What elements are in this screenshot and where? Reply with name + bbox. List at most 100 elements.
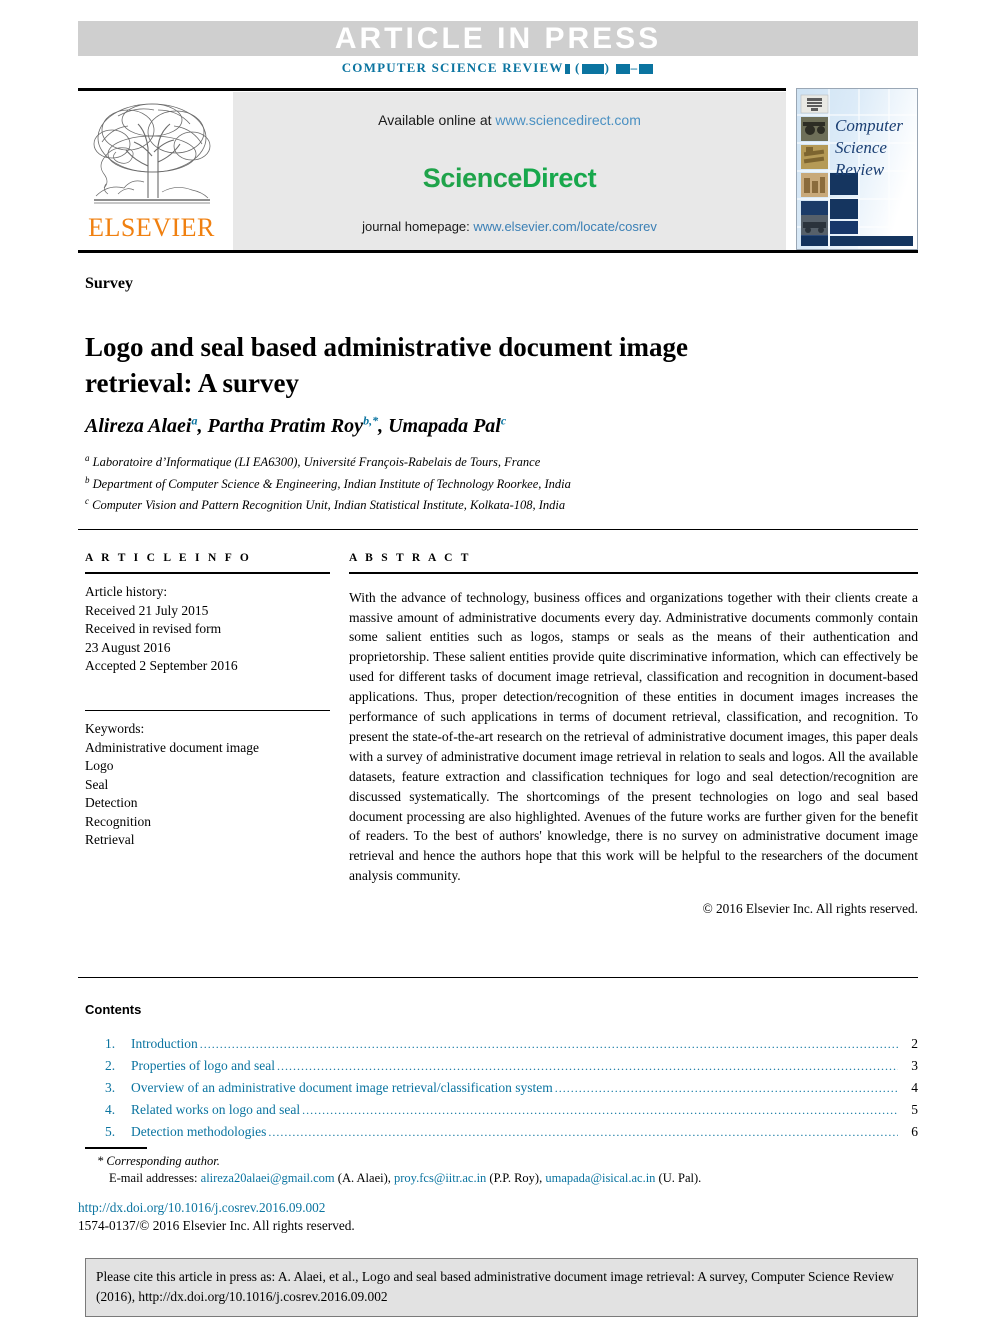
- page-title: Logo and seal based administrative docum…: [85, 332, 689, 399]
- affiliation-divider: [78, 529, 918, 530]
- history-revised-label: Received in revised form: [85, 621, 222, 636]
- page-dash: –: [630, 60, 639, 75]
- svg-text:Science: Science: [835, 138, 887, 157]
- affiliation-text-c: Computer Vision and Pattern Recognition …: [92, 498, 566, 513]
- toc-page-number: 5: [911, 1102, 918, 1117]
- toc-label[interactable]: Overview of an administrative document i…: [131, 1077, 553, 1098]
- abstract-copyright: © 2016 Elsevier Inc. All rights reserved…: [702, 901, 918, 917]
- affiliation-c: c Computer Vision and Pattern Recognitio…: [85, 493, 905, 515]
- svg-text:Computer: Computer: [835, 116, 903, 135]
- svg-text:Review: Review: [834, 160, 885, 179]
- contents-section: Contents 1. Introduction ...............…: [85, 1002, 918, 1143]
- paren-open: (: [570, 60, 581, 75]
- journal-homepage-url[interactable]: www.elsevier.com/locate/cosrev: [473, 219, 657, 234]
- cite-this-article-box: Please cite this article in press as: A.…: [85, 1258, 918, 1317]
- journal-cover-thumbnail: Computer Science Review: [796, 88, 918, 250]
- abstract-text: With the advance of technology, business…: [349, 589, 918, 884]
- journal-running-head: COMPUTER SCIENCE REVIEW () –: [78, 60, 918, 76]
- footnote-section: * Corresponding author. E-mail addresses…: [85, 1153, 918, 1187]
- toc-dot-leader: ........................................…: [302, 1103, 898, 1117]
- article-info-heading: A R T I C L E I N F O: [85, 552, 252, 564]
- email-link-pal[interactable]: umapada@isical.ac.in: [545, 1171, 655, 1185]
- masthead: ELSEVIER Available online at www.science…: [78, 92, 786, 250]
- article-info-section: A R T I C L E I N F O Article history: R…: [85, 552, 330, 850]
- email-owner-roy: (P.P. Roy),: [489, 1171, 543, 1185]
- history-label: Article history:: [85, 584, 168, 599]
- keyword-item: Retrieval: [85, 832, 135, 848]
- keywords-label: Keywords:: [85, 721, 145, 737]
- available-online-prefix: Available online at: [378, 112, 496, 128]
- corresponding-author-note: * Corresponding author.: [97, 1154, 220, 1168]
- keywords-rule: [85, 709, 330, 712]
- page-start-placeholder-block: [615, 64, 630, 75]
- toc-dot-leader: ........................................…: [199, 1037, 898, 1051]
- toc-number: 3.: [105, 1080, 116, 1095]
- sciencedirect-panel: Available online at www.sciencedirect.co…: [233, 92, 786, 250]
- email-link-roy[interactable]: proy.fcs@iitr.ac.in: [394, 1171, 486, 1185]
- contents-top-rule: [78, 977, 918, 978]
- toc-entry-3[interactable]: 3. Overview of an administrative documen…: [85, 1077, 918, 1099]
- keywords-section: Keywords: Administrative document image …: [85, 720, 330, 850]
- journal-name: COMPUTER SCIENCE REVIEW: [341, 60, 564, 75]
- affiliation-marker-c: c: [85, 496, 89, 507]
- article-in-press-text: ARTICLE IN PRESS: [334, 21, 662, 55]
- available-online-line: Available online at www.sciencedirect.co…: [378, 112, 641, 128]
- toc-number: 5.: [105, 1124, 116, 1139]
- article-first-page: ARTICLE IN PRESS COMPUTER SCIENCE REVIEW…: [0, 0, 992, 1323]
- article-history: Article history: Received 21 July 2015 R…: [85, 583, 330, 676]
- sciencedirect-logo-direct: Direct: [522, 162, 597, 193]
- article-info-rule: [85, 572, 330, 574]
- email-link-alaei[interactable]: alireza20alaei@gmail.com: [201, 1171, 335, 1185]
- abstract-rule: [349, 572, 918, 574]
- toc-page-number: 2: [911, 1036, 918, 1051]
- toc-entry-1[interactable]: 1. Introduction ........................…: [85, 1033, 918, 1055]
- toc-page-number: 4: [911, 1080, 918, 1095]
- journal-homepage-line: journal homepage: www.elsevier.com/locat…: [362, 219, 657, 234]
- toc-entry-5[interactable]: 5. Detection methodologies .............…: [85, 1121, 918, 1143]
- sciencedirect-logo-science: Science: [422, 162, 523, 193]
- doi-link[interactable]: http://dx.doi.org/10.1016/j.cosrev.2016.…: [78, 1200, 325, 1216]
- email-owner-alaei: (A. Alaei),: [337, 1171, 391, 1185]
- affiliation-b: b Department of Computer Science & Engin…: [85, 472, 905, 494]
- journal-homepage-prefix: journal homepage:: [362, 219, 474, 234]
- affiliation-list: a Laboratoire d’Informatique (LI EA6300)…: [85, 450, 905, 515]
- email-owner-pal: (U. Pal).: [658, 1171, 702, 1185]
- paren-close: ): [604, 60, 615, 75]
- toc-entry-4[interactable]: 4. Related works on logo and seal ......…: [85, 1099, 918, 1121]
- keyword-item: Detection: [85, 795, 138, 811]
- toc-label[interactable]: Properties of logo and seal: [131, 1055, 275, 1076]
- abstract-section: A B S T R A C T With the advance of tech…: [349, 552, 918, 917]
- author-names: Alireza Alaeia, Partha Pratim Royb,*, Um…: [85, 413, 507, 437]
- keyword-item: Seal: [85, 776, 109, 792]
- toc-page-number: 3: [911, 1058, 918, 1073]
- affiliation-a: a Laboratoire d’Informatique (LI EA6300)…: [85, 450, 905, 472]
- year-placeholder-block: [581, 64, 604, 75]
- sciencedirect-logo: ScienceDirect: [422, 162, 597, 194]
- toc-dot-leader: ........................................…: [554, 1081, 898, 1095]
- affiliation-text-a: Laboratoire d’Informatique (LI EA6300), …: [92, 455, 541, 470]
- history-accepted: Accepted 2 September 2016: [85, 658, 238, 673]
- keyword-item: Recognition: [85, 813, 151, 829]
- toc-label[interactable]: Related works on logo and seal: [131, 1099, 300, 1120]
- contents-heading: Contents: [85, 1002, 142, 1017]
- article-type-label: Survey: [85, 275, 133, 292]
- footnote-rule: [85, 1147, 147, 1149]
- volume-placeholder-block: [564, 64, 570, 75]
- affiliation-text-b: Department of Computer Science & Enginee…: [92, 476, 571, 491]
- email-addresses-label: E-mail addresses:: [109, 1171, 198, 1185]
- elsevier-logo: ELSEVIER: [78, 92, 225, 250]
- header-bottom-rule: [78, 250, 918, 253]
- abstract-heading: A B S T R A C T: [349, 552, 472, 564]
- sciencedirect-url[interactable]: www.sciencedirect.com: [495, 112, 641, 128]
- author-list: Alireza Alaeia, Partha Pratim Royb,*, Um…: [85, 413, 885, 438]
- toc-number: 2.: [105, 1058, 116, 1073]
- toc-entry-2[interactable]: 2. Properties of logo and seal .........…: [85, 1055, 918, 1077]
- toc-label[interactable]: Detection methodologies: [131, 1121, 266, 1142]
- keyword-item: Logo: [85, 758, 114, 774]
- header-top-rule: [78, 88, 786, 91]
- elsevier-wordmark: ELSEVIER: [88, 213, 215, 242]
- issn-copyright-line: 1574-0137/© 2016 Elsevier Inc. All right…: [78, 1218, 355, 1233]
- toc-label[interactable]: Introduction: [131, 1033, 198, 1054]
- toc-dot-leader: ........................................…: [268, 1125, 898, 1139]
